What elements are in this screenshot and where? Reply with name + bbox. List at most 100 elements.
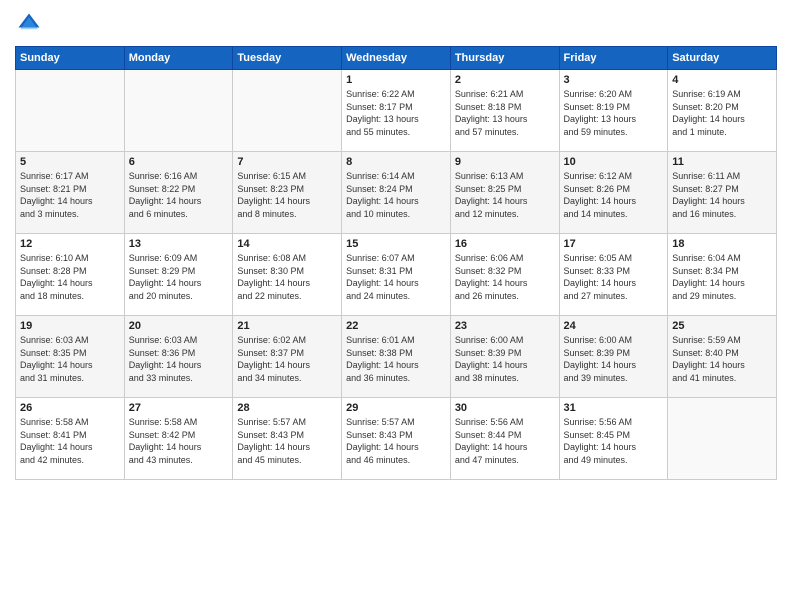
day-info: Sunrise: 6:14 AMSunset: 8:24 PMDaylight:… [346, 170, 446, 220]
day-info: Sunrise: 5:59 AMSunset: 8:40 PMDaylight:… [672, 334, 772, 384]
day-number: 15 [346, 238, 446, 250]
calendar-cell [233, 70, 342, 152]
day-info: Sunrise: 6:06 AMSunset: 8:32 PMDaylight:… [455, 252, 555, 302]
week-row-2: 5Sunrise: 6:17 AMSunset: 8:21 PMDaylight… [16, 152, 777, 234]
day-number: 30 [455, 402, 555, 414]
week-row-5: 26 Sunrise: 5:58 AMSunset: 8:41 PMDayligh… [16, 398, 777, 480]
header-cell-friday: Friday [559, 47, 668, 70]
calendar-cell: 21Sunrise: 6:02 AMSunset: 8:37 PMDayligh… [233, 316, 342, 398]
day-number: 2 [455, 74, 555, 86]
day-info: Sunrise: 5:57 AMSunset: 8:43 PMDaylight:… [346, 416, 446, 466]
day-number: 20 [129, 320, 229, 332]
day-number: 11 [672, 156, 772, 168]
page: SundayMondayTuesdayWednesdayThursdayFrid… [0, 0, 792, 612]
calendar-cell: 31 Sunrise: 5:56 AMSunset: 8:45 PMDayligh… [559, 398, 668, 480]
calendar-cell: 30 Sunrise: 5:56 AMSunset: 8:44 PMDayligh… [450, 398, 559, 480]
calendar-cell: 9 Sunrise: 6:13 AMSunset: 8:25 PMDaylight… [450, 152, 559, 234]
day-info: Sunrise: 6:10 AMSunset: 8:28 PMDaylight:… [20, 252, 120, 302]
day-number: 1 [346, 74, 446, 86]
day-number: 13 [129, 238, 229, 250]
day-info: Sunrise: 6:05 AMSunset: 8:33 PMDaylight:… [564, 252, 664, 302]
day-info: Sunrise: 5:57 AMSunset: 8:43 PMDaylight:… [237, 416, 337, 466]
day-info: Sunrise: 6:07 AMSunset: 8:31 PMDaylight:… [346, 252, 446, 302]
day-info: Sunrise: 6:17 AMSunset: 8:21 PMDaylight:… [20, 170, 120, 220]
calendar-header: SundayMondayTuesdayWednesdayThursdayFrid… [16, 47, 777, 70]
day-number: 26 [20, 402, 120, 414]
day-info: Sunrise: 5:56 AMSunset: 8:45 PMDaylight:… [564, 416, 664, 466]
day-number: 6 [129, 156, 229, 168]
day-info: Sunrise: 6:09 AMSunset: 8:29 PMDaylight:… [129, 252, 229, 302]
day-number: 17 [564, 238, 664, 250]
calendar-cell: 11Sunrise: 6:11 AMSunset: 8:27 PMDayligh… [668, 152, 777, 234]
calendar-cell: 1 Sunrise: 6:22 AMSunset: 8:17 PMDaylight… [342, 70, 451, 152]
calendar-cell [124, 70, 233, 152]
day-number: 18 [672, 238, 772, 250]
header [15, 10, 777, 38]
calendar-cell: 23 Sunrise: 6:00 AMSunset: 8:39 PMDayligh… [450, 316, 559, 398]
day-info: Sunrise: 6:00 AMSunset: 8:39 PMDaylight:… [455, 334, 555, 384]
day-number: 8 [346, 156, 446, 168]
calendar-cell: 13 Sunrise: 6:09 AMSunset: 8:29 PMDayligh… [124, 234, 233, 316]
day-info: Sunrise: 6:00 AMSunset: 8:39 PMDaylight:… [564, 334, 664, 384]
calendar-cell: 12 Sunrise: 6:10 AMSunset: 8:28 PMDayligh… [16, 234, 125, 316]
day-info: Sunrise: 6:12 AMSunset: 8:26 PMDaylight:… [564, 170, 664, 220]
day-number: 7 [237, 156, 337, 168]
day-info: Sunrise: 6:02 AMSunset: 8:37 PMDaylight:… [237, 334, 337, 384]
calendar-cell: 28 Sunrise: 5:57 AMSunset: 8:43 PMDayligh… [233, 398, 342, 480]
day-info: Sunrise: 6:01 AMSunset: 8:38 PMDaylight:… [346, 334, 446, 384]
day-number: 28 [237, 402, 337, 414]
calendar-body: 1 Sunrise: 6:22 AMSunset: 8:17 PMDaylight… [16, 70, 777, 480]
logo [15, 10, 47, 38]
calendar-cell: 10 Sunrise: 6:12 AMSunset: 8:26 PMDayligh… [559, 152, 668, 234]
logo-icon [15, 10, 43, 38]
calendar-cell: 20Sunrise: 6:03 AMSunset: 8:36 PMDayligh… [124, 316, 233, 398]
day-info: Sunrise: 6:04 AMSunset: 8:34 PMDaylight:… [672, 252, 772, 302]
header-cell-wednesday: Wednesday [342, 47, 451, 70]
calendar-cell: 3Sunrise: 6:20 AMSunset: 8:19 PMDaylight… [559, 70, 668, 152]
week-row-1: 1 Sunrise: 6:22 AMSunset: 8:17 PMDaylight… [16, 70, 777, 152]
calendar-cell: 8 Sunrise: 6:14 AMSunset: 8:24 PMDaylight… [342, 152, 451, 234]
day-number: 24 [564, 320, 664, 332]
day-number: 27 [129, 402, 229, 414]
calendar-cell: 6 Sunrise: 6:16 AMSunset: 8:22 PMDaylight… [124, 152, 233, 234]
calendar-cell: 4 Sunrise: 6:19 AMSunset: 8:20 PMDaylight… [668, 70, 777, 152]
day-number: 9 [455, 156, 555, 168]
day-info: Sunrise: 6:08 AMSunset: 8:30 PMDaylight:… [237, 252, 337, 302]
day-info: Sunrise: 6:03 AMSunset: 8:35 PMDaylight:… [20, 334, 120, 384]
calendar-cell: 16Sunrise: 6:06 AMSunset: 8:32 PMDayligh… [450, 234, 559, 316]
day-number: 23 [455, 320, 555, 332]
calendar-table: SundayMondayTuesdayWednesdayThursdayFrid… [15, 46, 777, 480]
calendar-cell: 5Sunrise: 6:17 AMSunset: 8:21 PMDaylight… [16, 152, 125, 234]
day-number: 29 [346, 402, 446, 414]
day-info: Sunrise: 6:20 AMSunset: 8:19 PMDaylight:… [564, 88, 664, 138]
day-number: 4 [672, 74, 772, 86]
calendar-cell: 22Sunrise: 6:01 AMSunset: 8:38 PMDayligh… [342, 316, 451, 398]
calendar-cell: 25 Sunrise: 5:59 AMSunset: 8:40 PMDayligh… [668, 316, 777, 398]
header-cell-sunday: Sunday [16, 47, 125, 70]
header-cell-saturday: Saturday [668, 47, 777, 70]
calendar-cell: 26 Sunrise: 5:58 AMSunset: 8:41 PMDayligh… [16, 398, 125, 480]
day-info: Sunrise: 6:19 AMSunset: 8:20 PMDaylight:… [672, 88, 772, 138]
day-info: Sunrise: 6:15 AMSunset: 8:23 PMDaylight:… [237, 170, 337, 220]
day-number: 25 [672, 320, 772, 332]
calendar-cell: 24 Sunrise: 6:00 AMSunset: 8:39 PMDayligh… [559, 316, 668, 398]
day-info: Sunrise: 6:13 AMSunset: 8:25 PMDaylight:… [455, 170, 555, 220]
header-row: SundayMondayTuesdayWednesdayThursdayFrid… [16, 47, 777, 70]
day-number: 10 [564, 156, 664, 168]
week-row-4: 19 Sunrise: 6:03 AMSunset: 8:35 PMDayligh… [16, 316, 777, 398]
day-info: Sunrise: 6:22 AMSunset: 8:17 PMDaylight:… [346, 88, 446, 138]
day-number: 31 [564, 402, 664, 414]
calendar-cell: 2Sunrise: 6:21 AMSunset: 8:18 PMDaylight… [450, 70, 559, 152]
calendar-cell [16, 70, 125, 152]
day-number: 14 [237, 238, 337, 250]
day-info: Sunrise: 5:56 AMSunset: 8:44 PMDaylight:… [455, 416, 555, 466]
calendar-cell [668, 398, 777, 480]
day-number: 19 [20, 320, 120, 332]
calendar-cell: 18 Sunrise: 6:04 AMSunset: 8:34 PMDayligh… [668, 234, 777, 316]
day-info: Sunrise: 5:58 AMSunset: 8:41 PMDaylight:… [20, 416, 120, 466]
day-info: Sunrise: 5:58 AMSunset: 8:42 PMDaylight:… [129, 416, 229, 466]
day-info: Sunrise: 6:16 AMSunset: 8:22 PMDaylight:… [129, 170, 229, 220]
calendar-cell: 7 Sunrise: 6:15 AMSunset: 8:23 PMDaylight… [233, 152, 342, 234]
calendar-cell: 15 Sunrise: 6:07 AMSunset: 8:31 PMDayligh… [342, 234, 451, 316]
day-number: 12 [20, 238, 120, 250]
